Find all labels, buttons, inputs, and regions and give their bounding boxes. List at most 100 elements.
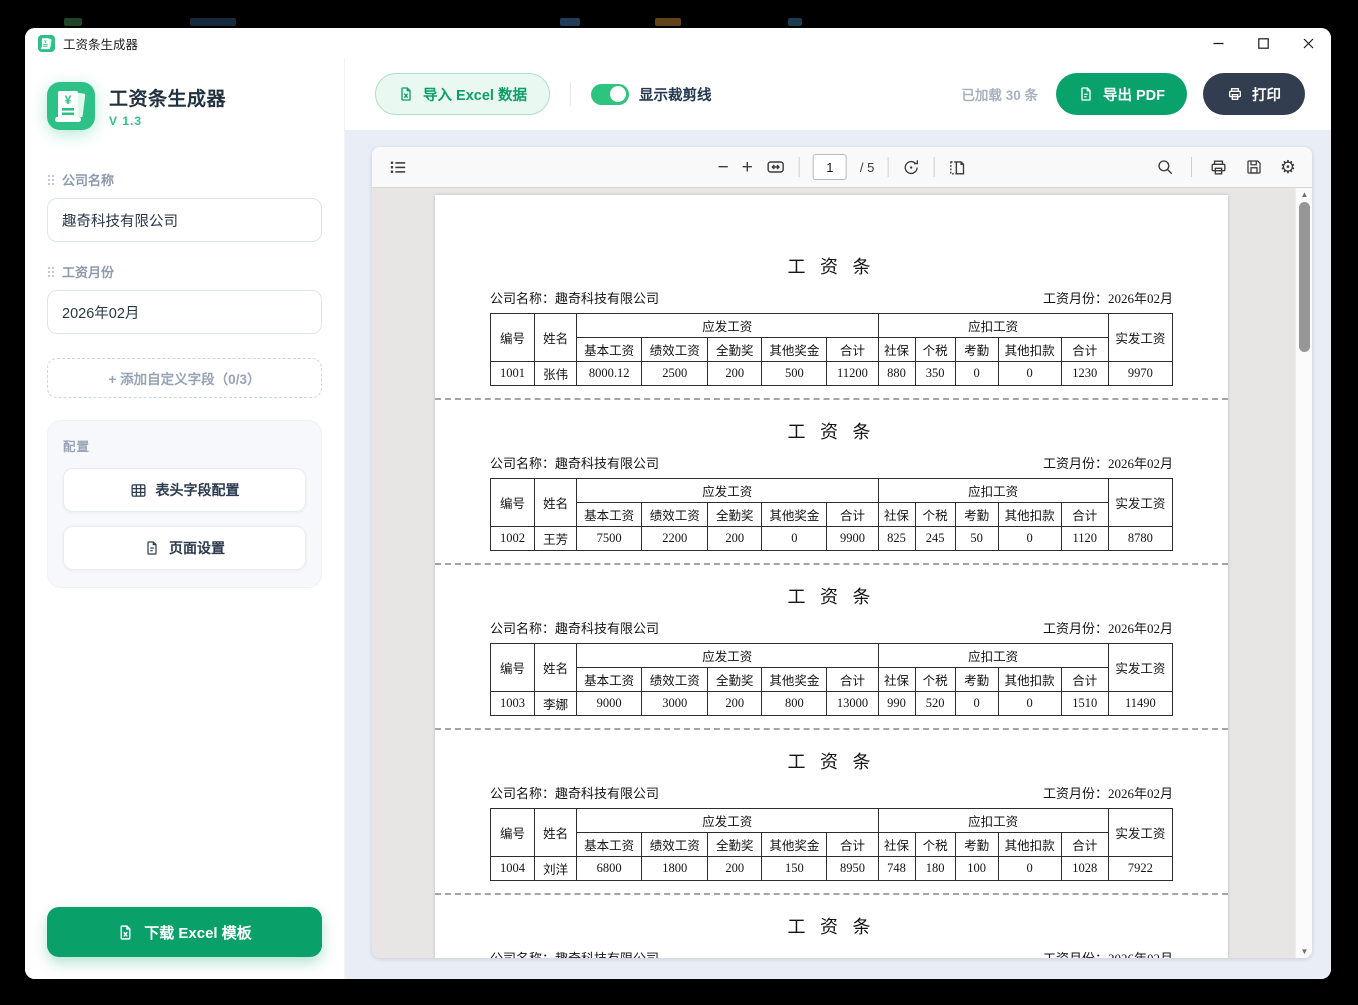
scroll-up-arrow[interactable]: ▲ [1296, 190, 1312, 199]
pdf-viewer-wrap: − + / 5 [345, 130, 1331, 979]
payslip-subheader-cell: 考勤 [955, 833, 998, 857]
pdf-save-button[interactable] [1245, 158, 1263, 176]
top-toolbar: 导入 Excel 数据 显示裁剪线 已加载 30 条 导出 PDF [345, 58, 1331, 130]
minimize-icon [1213, 38, 1224, 49]
payslip-title: 工 资 条 [490, 253, 1173, 279]
payslip-subheader-cell: 其他扣款 [998, 833, 1061, 857]
payslip-cell: 200 [708, 362, 762, 386]
payslip-subheader-cell: 全勤奖 [708, 833, 762, 857]
payslip-subheader-cell: 合计 [827, 338, 878, 362]
app-logo-icon: ¥ [47, 82, 95, 130]
payslip-month: 工资月份：2026年02月 [1043, 783, 1173, 802]
payslip-subheader-cell: 其他奖金 [762, 833, 827, 857]
print-button[interactable]: 打印 [1203, 73, 1305, 115]
pdf-viewer: − + / 5 [372, 147, 1312, 958]
sidebar: ¥ 工资条生成器 V 1.3 公司名称 [25, 58, 345, 979]
zoom-out-button[interactable]: − [718, 158, 729, 177]
payslip-header-cell: 编号 [491, 314, 535, 362]
download-excel-template-label: 下载 Excel 模板 [144, 922, 252, 943]
cutline-toggle[interactable] [591, 84, 629, 105]
drag-handle-icon[interactable] [47, 266, 55, 278]
close-icon [1303, 38, 1314, 49]
desktop-background: ¥ 工资条生成器 [0, 0, 1358, 1005]
import-excel-button[interactable]: 导入 Excel 数据 [375, 73, 550, 115]
payslip-header-cell: 编号 [491, 479, 535, 527]
save-icon [1245, 158, 1263, 176]
page-view-button[interactable] [947, 158, 966, 177]
export-pdf-button[interactable]: 导出 PDF [1056, 73, 1187, 115]
app-version: V 1.3 [109, 114, 226, 128]
payslip-subheader-cell: 社保 [878, 338, 915, 362]
payslip-data-row: 1004刘洋6800180020015089507481801000102879… [491, 857, 1173, 881]
pdf-print-button[interactable] [1209, 158, 1228, 177]
maximize-icon [1258, 38, 1269, 49]
payslip-subheader-cell: 合计 [1061, 833, 1108, 857]
payslip-5: 工 资 条公司名称：趣奇科技有限公司工资月份：2026年02月编号姓名应发工资应… [435, 895, 1228, 958]
payslip-cell: 0 [955, 362, 998, 386]
payslip-cell: 1800 [642, 857, 708, 881]
payslip-header-cell: 应发工资 [577, 644, 878, 668]
payslip-cell: 1002 [491, 527, 535, 551]
payslip-company: 公司名称：趣奇科技有限公司 [490, 618, 659, 637]
zoom-in-button[interactable]: + [742, 158, 753, 177]
pdf-toolbar-divider [1191, 157, 1192, 177]
payslip-cell: 张伟 [535, 362, 577, 386]
company-name-input[interactable] [47, 198, 322, 242]
rotate-button[interactable] [901, 158, 920, 177]
payslip-cell: 1028 [1061, 857, 1108, 881]
document-icon [144, 540, 160, 556]
pdf-page: 工 资 条公司名称：趣奇科技有限公司工资月份：2026年02月编号姓名应发工资应… [435, 195, 1228, 958]
loaded-count-text: 已加载 30 条 [961, 84, 1038, 104]
payslip-meta-row: 公司名称：趣奇科技有限公司工资月份：2026年02月 [490, 948, 1173, 958]
toc-icon [389, 158, 407, 176]
payslip-header-cell: 实发工资 [1108, 809, 1172, 857]
payslip-cell: 3000 [642, 692, 708, 716]
pdf-toolbar-divider [799, 157, 800, 177]
payslip-cell: 180 [915, 857, 955, 881]
scroll-down-arrow[interactable]: ▼ [1296, 947, 1312, 956]
payslip-header-cell: 应发工资 [577, 314, 878, 338]
payslip-2: 工 资 条公司名称：趣奇科技有限公司工资月份：2026年02月编号姓名应发工资应… [435, 400, 1228, 565]
payslip-subheader-cell: 其他奖金 [762, 338, 827, 362]
toc-sidebar-button[interactable] [389, 158, 407, 176]
desktop-icon [190, 18, 236, 26]
add-custom-field-button[interactable]: + 添加自定义字段（0/3） [47, 358, 322, 398]
payslip-subheader-cell: 社保 [878, 833, 915, 857]
maximize-button[interactable] [1241, 28, 1286, 58]
app-title: 工资条生成器 [109, 84, 226, 111]
payslip-cell: 李娜 [535, 692, 577, 716]
pdf-settings-button[interactable]: ⚙ [1280, 158, 1296, 176]
export-pdf-label: 导出 PDF [1103, 84, 1165, 105]
close-button[interactable] [1286, 28, 1331, 58]
payslip-cell: 8000.12 [577, 362, 642, 386]
title-bar: ¥ 工资条生成器 [25, 28, 1331, 58]
payslip-subheader-cell: 合计 [827, 503, 878, 527]
drag-handle-icon[interactable] [47, 174, 55, 186]
pdf-content-area: 工 资 条公司名称：趣奇科技有限公司工资月份：2026年02月编号姓名应发工资应… [372, 188, 1312, 958]
payslip-header-cell: 应扣工资 [878, 314, 1108, 338]
vertical-scrollbar[interactable]: ▲ ▼ [1295, 188, 1312, 958]
salary-month-input[interactable] [47, 290, 322, 334]
payslip-cell: 王芳 [535, 527, 577, 551]
header-fields-config-button[interactable]: 表头字段配置 [63, 468, 306, 512]
scrollbar-thumb[interactable] [1299, 202, 1310, 352]
payslip-subheader-cell: 基本工资 [577, 338, 642, 362]
page-settings-button[interactable]: 页面设置 [63, 526, 306, 570]
payslip-cell: 刘洋 [535, 857, 577, 881]
excel-file-icon [398, 86, 414, 102]
minimize-button[interactable] [1196, 28, 1241, 58]
page-number-input[interactable] [813, 154, 847, 180]
payslip-header-cell: 姓名 [535, 314, 577, 362]
download-excel-template-button[interactable]: 下载 Excel 模板 [47, 907, 322, 957]
payslip-title: 工 资 条 [490, 748, 1173, 774]
excel-file-icon [117, 924, 134, 941]
rotate-icon [901, 158, 920, 177]
config-title: 配置 [63, 436, 306, 455]
toolbar-divider [570, 82, 571, 106]
search-button[interactable] [1156, 158, 1174, 176]
fit-width-button[interactable] [766, 157, 786, 177]
page-total-label: / 5 [860, 160, 874, 175]
payslip-cell: 0 [998, 527, 1061, 551]
payslip-cell: 0 [762, 527, 827, 551]
payslip-cell: 245 [915, 527, 955, 551]
